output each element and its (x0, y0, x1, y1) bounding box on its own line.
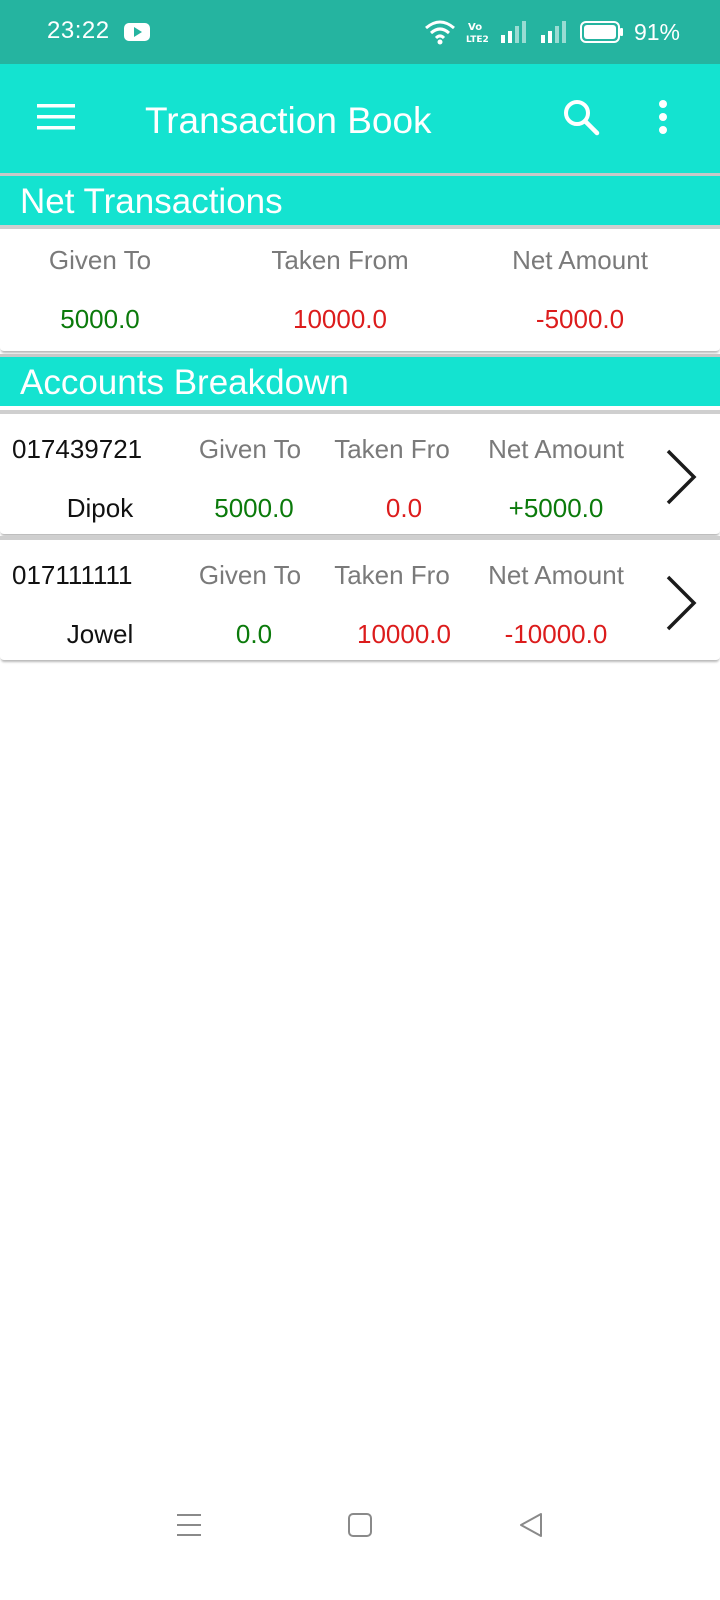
account-taken-label: Taken Fro (334, 560, 450, 590)
chevron-right-icon[interactable] (664, 448, 698, 506)
account-given-value: 0.0 (235, 619, 273, 649)
recents-icon[interactable] (175, 1512, 203, 1538)
battery-percent: 91% (633, 18, 680, 45)
net-transactions-header: Net Transactions (0, 173, 720, 225)
accounts-breakdown-title: Accounts Breakdown (20, 363, 349, 402)
account-row[interactable]: 017439721 Given To Taken Fro Net Amount … (0, 410, 720, 534)
net-amount-label: Net Amount (512, 245, 648, 275)
status-time: 23:22 (47, 17, 110, 44)
net-transactions-title: Net Transactions (20, 182, 283, 221)
net-taken-label: Taken From (271, 245, 409, 275)
account-given-value: 5000.0 (214, 493, 294, 523)
account-row[interactable]: 017111111 Given To Taken Fro Net Amount … (0, 536, 720, 660)
chevron-right-icon[interactable] (664, 574, 698, 632)
wifi-icon (424, 20, 455, 45)
account-taken-label: Taken Fro (334, 434, 450, 464)
battery-icon (579, 21, 623, 43)
back-icon[interactable] (518, 1511, 544, 1539)
navigation-bar (0, 1490, 720, 1600)
account-net-label: Net Amount (488, 434, 624, 464)
account-name: Jowel (66, 619, 134, 649)
signal-icon-2 (540, 21, 566, 43)
status-bar: 23:22 Vo LTE2 91% (0, 0, 720, 64)
more-vert-icon[interactable] (656, 99, 670, 135)
account-net-label: Net Amount (488, 560, 624, 590)
account-phone: 017111111 (12, 560, 133, 590)
account-given-label: Given To (198, 434, 302, 464)
account-name: Dipok (66, 493, 134, 523)
net-taken-value: 10000.0 (293, 304, 387, 334)
youtube-icon (124, 23, 150, 41)
app-title: Transaction Book (145, 100, 432, 141)
app-bar: Transaction Book (0, 64, 720, 176)
net-amount-value: -5000.0 (535, 304, 625, 334)
svg-text:LTE2: LTE2 (466, 35, 489, 45)
account-net-value: -10000.0 (504, 619, 608, 649)
net-given-label: Given To (48, 245, 152, 275)
net-transactions-card: Given To Taken From Net Amount 5000.0 10… (0, 225, 720, 351)
net-given-value: 5000.0 (60, 304, 140, 334)
signal-icon (500, 21, 526, 43)
account-taken-value: 10000.0 (357, 619, 451, 649)
status-right: Vo LTE2 91% (424, 16, 680, 48)
account-given-label: Given To (198, 560, 302, 590)
volte-icon: Vo LTE2 (466, 22, 489, 45)
accounts-breakdown-header: Accounts Breakdown (0, 354, 720, 406)
search-icon[interactable] (562, 98, 600, 136)
menu-icon[interactable] (37, 102, 75, 132)
home-icon[interactable] (347, 1512, 373, 1538)
account-phone: 017439721 (12, 434, 143, 464)
account-net-value: +5000.0 (508, 493, 604, 523)
account-taken-value: 0.0 (385, 493, 423, 523)
svg-text:Vo: Vo (468, 22, 482, 33)
